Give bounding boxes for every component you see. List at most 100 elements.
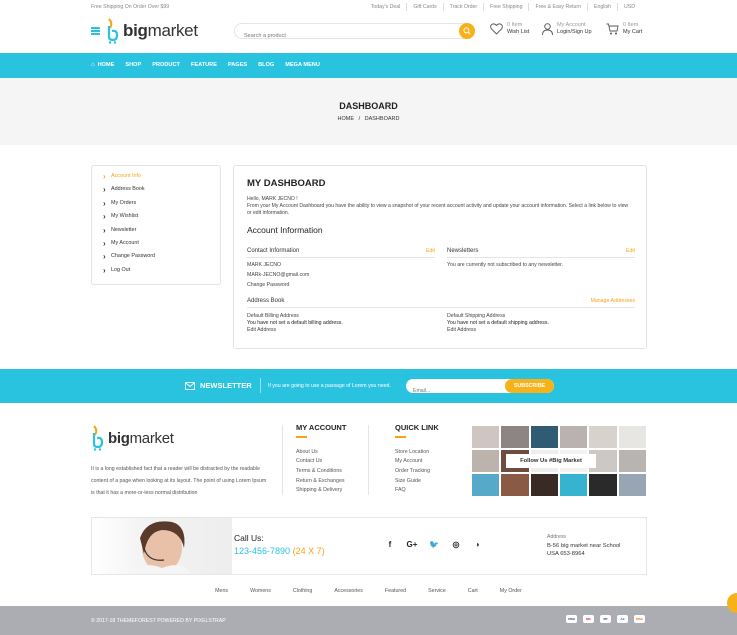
address-line-1: B-56 big market near School bbox=[547, 542, 621, 549]
nav-product[interactable]: PRODUCT bbox=[152, 62, 180, 68]
billing-title: Default Billing Address bbox=[247, 313, 299, 319]
insta-photo[interactable] bbox=[529, 473, 559, 497]
phone-number[interactable]: 123-456-7890 (24 X 7) bbox=[234, 546, 325, 556]
footer-logo[interactable]: bigmarket bbox=[91, 425, 174, 451]
footer-link-store[interactable]: Store Location bbox=[395, 448, 439, 458]
footer-address: Address B-56 big market near School USA … bbox=[547, 533, 620, 559]
twitter-icon[interactable]: 🐦 bbox=[423, 540, 445, 549]
sidebar-item-account-info[interactable]: Account Info bbox=[103, 172, 220, 186]
insta-photo[interactable] bbox=[559, 425, 589, 449]
nav-shop[interactable]: SHOP bbox=[125, 62, 141, 68]
insta-photo[interactable] bbox=[471, 449, 501, 473]
insta-photo[interactable] bbox=[588, 473, 618, 497]
insta-photo[interactable] bbox=[617, 473, 647, 497]
rss-icon[interactable]: ◗ bbox=[467, 540, 489, 549]
newsletter-band: NEWSLETTER If you are going to use a pas… bbox=[0, 369, 737, 403]
change-password-link[interactable]: Change Password bbox=[247, 282, 435, 289]
footer-link-tracking[interactable]: Order Tracking bbox=[395, 467, 439, 477]
instagram-icon[interactable]: ◎ bbox=[445, 540, 467, 549]
newsletter-form: SUBSCRIBE bbox=[406, 379, 554, 398]
logo[interactable]: bigmarket bbox=[106, 18, 198, 44]
insta-photo[interactable] bbox=[617, 425, 647, 449]
newsletters-edit-link[interactable]: Edit bbox=[626, 248, 635, 254]
footer-link-contact[interactable]: Contact Us bbox=[296, 457, 346, 467]
footer-link-terms[interactable]: Terms & Conditions bbox=[296, 467, 346, 477]
support-agent-image bbox=[92, 518, 232, 574]
sidebar-item-my-orders[interactable]: My Orders bbox=[103, 199, 220, 213]
footer-link-shipping[interactable]: Shipping & Delivery bbox=[296, 486, 346, 496]
search-button[interactable] bbox=[459, 23, 475, 39]
billing-edit-link[interactable]: Edit Address bbox=[247, 327, 435, 334]
track-order-link[interactable]: Track Order bbox=[442, 3, 483, 11]
footer-quick-link: QUICK LINK Store Location My Account Ord… bbox=[395, 423, 439, 496]
footer-link-returns[interactable]: Return & Exchanges bbox=[296, 477, 346, 487]
newsletter-title: NEWSLETTER bbox=[185, 381, 252, 390]
wishlist-button[interactable]: 0 Item Wish List bbox=[490, 22, 529, 36]
billing-text: You have not set a default billing addre… bbox=[247, 320, 343, 326]
insta-photo[interactable] bbox=[617, 449, 647, 473]
main-nav: ⌂ HOME SHOP PRODUCT FEATURE PAGES BLOG ME… bbox=[0, 53, 737, 78]
account-button[interactable]: My Account Login/Sign Up bbox=[542, 22, 592, 36]
bottom-link-service[interactable]: Service bbox=[428, 588, 446, 594]
address-book-section: Address Book Manage Addresses bbox=[247, 298, 635, 308]
google-plus-icon[interactable]: G+ bbox=[401, 540, 423, 549]
free-return-link[interactable]: Free & Easy Return bbox=[528, 3, 587, 11]
contact-email: MARk-JECNO@gmail.com bbox=[247, 272, 310, 278]
nav-home[interactable]: ⌂ HOME bbox=[91, 62, 114, 68]
sidebar-item-address-book[interactable]: Address Book bbox=[103, 185, 220, 199]
insta-photo[interactable] bbox=[559, 473, 589, 497]
sidebar-item-change-password[interactable]: Change Password bbox=[103, 252, 220, 266]
sidebar-item-my-wishlist[interactable]: My Wishlist bbox=[103, 212, 220, 226]
contact-edit-link[interactable]: Edit bbox=[426, 248, 435, 254]
subscribe-button[interactable]: SUBSCRIBE bbox=[505, 379, 554, 393]
insta-photo[interactable] bbox=[500, 425, 530, 449]
nav-pages[interactable]: PAGES bbox=[228, 62, 247, 68]
nav-blog[interactable]: BLOG bbox=[258, 62, 274, 68]
footer-divider bbox=[368, 425, 369, 495]
bottom-link-my-order[interactable]: My Order bbox=[500, 588, 522, 594]
bottom-link-cart[interactable]: Cart bbox=[468, 588, 478, 594]
instagram-follow-label[interactable]: Follow Us #Big Market bbox=[506, 454, 596, 468]
bottom-link-mens[interactable]: Mens bbox=[215, 588, 228, 594]
header: bigmarket 0 ItemWish List My AccountLogi… bbox=[0, 14, 737, 53]
dashboard-intro: From your My Account Dashboard you have … bbox=[247, 203, 629, 216]
contact-bar: Call Us: 123-456-7890 (24 X 7) f G+ 🐦 ◎ … bbox=[91, 517, 647, 575]
bottom-link-clothing[interactable]: Clothing bbox=[293, 588, 312, 594]
bottom-link-womens[interactable]: Womens bbox=[250, 588, 271, 594]
sidebar-item-newsletter[interactable]: Newsletter bbox=[103, 226, 220, 240]
sidebar-item-my-account[interactable]: My Account bbox=[103, 239, 220, 253]
cart-button[interactable]: 0 Item My Cart bbox=[606, 22, 642, 36]
insta-photo[interactable] bbox=[588, 425, 618, 449]
hamburger-menu-icon[interactable] bbox=[91, 27, 100, 35]
insta-photo[interactable] bbox=[500, 473, 530, 497]
insta-photo[interactable] bbox=[529, 425, 559, 449]
bottom-link-accessories[interactable]: Accessories bbox=[334, 588, 363, 594]
address-line-2: USA 653-8964 bbox=[547, 551, 585, 557]
promo-text: Free Shipping On Order Over $99 bbox=[91, 4, 170, 10]
shipping-edit-link[interactable]: Edit Address bbox=[447, 327, 635, 334]
sidebar-item-log-out[interactable]: Log Out bbox=[103, 266, 220, 280]
facebook-icon[interactable]: f bbox=[379, 540, 401, 549]
breadcrumb-home[interactable]: HOME bbox=[338, 116, 355, 122]
footer-link-account[interactable]: My Account bbox=[395, 457, 439, 467]
page-header: DASHBOARD HOME / DASHBOARD bbox=[0, 78, 737, 145]
nav-mega-menu[interactable]: MEGA MENU bbox=[285, 62, 320, 68]
free-shipping-link[interactable]: Free Shipping bbox=[483, 3, 528, 11]
footer-link-about[interactable]: About Us bbox=[296, 448, 346, 458]
insta-photo[interactable] bbox=[471, 473, 501, 497]
newsletter-email-input[interactable] bbox=[406, 384, 501, 398]
nav-feature[interactable]: FEATURE bbox=[191, 62, 217, 68]
footer-link-size-guide[interactable]: Size Guide bbox=[395, 477, 439, 487]
gift-cards-link[interactable]: Gift Cards bbox=[406, 3, 442, 11]
search-input[interactable] bbox=[235, 29, 435, 43]
footer-quick-link-title: QUICK LINK bbox=[395, 423, 439, 432]
language-select[interactable]: English bbox=[587, 3, 617, 11]
footer-my-account-title: MY ACCOUNT bbox=[296, 423, 347, 432]
insta-photo[interactable] bbox=[471, 425, 501, 449]
currency-select[interactable]: USD bbox=[617, 3, 641, 11]
footer-link-faq[interactable]: FAQ bbox=[395, 486, 439, 496]
manage-addresses-link[interactable]: Manage Addresses bbox=[591, 298, 635, 304]
bottom-link-featured[interactable]: Featured bbox=[385, 588, 406, 594]
todays-deal-link[interactable]: Today's Deal bbox=[365, 3, 407, 11]
mail-icon bbox=[185, 381, 195, 390]
